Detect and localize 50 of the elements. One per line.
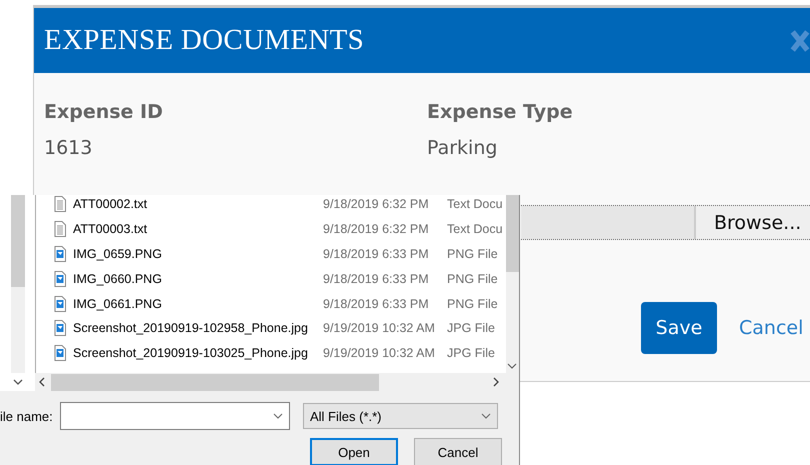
- scrollbar[interactable]: [10, 195, 24, 373]
- file-type: JPG File: [447, 346, 495, 360]
- date-modified: 9/18/2019 6:33 PM: [323, 246, 430, 261]
- date-modified: 9/19/2019 10:32 AM: [323, 346, 436, 360]
- date-modified: 9/18/2019 6:33 PM: [323, 296, 430, 311]
- chevron-right-icon[interactable]: [493, 377, 499, 387]
- file-name[interactable]: IMG_0661.PNG: [73, 296, 323, 311]
- chevron-down-icon[interactable]: [507, 363, 517, 369]
- file-name[interactable]: IMG_0660.PNG: [73, 272, 323, 286]
- dialog-title: EXPENSE DOCUMENTS: [44, 24, 364, 57]
- date-modified: 9/18/2019 6:33 PM: [323, 272, 430, 286]
- file-name-field[interactable]: [60, 402, 290, 430]
- chevron-down-icon[interactable]: [12, 379, 22, 385]
- image-file-icon: [54, 320, 66, 336]
- chevron-left-icon[interactable]: [39, 377, 45, 387]
- save-button[interactable]: Save: [641, 302, 717, 354]
- file-type: PNG File: [447, 296, 498, 311]
- field-label: Expense ID: [44, 101, 164, 123]
- date-modified: 9/18/2019 6:32 PM: [323, 197, 430, 212]
- open-button[interactable]: Open: [310, 438, 398, 465]
- cancel-button[interactable]: Cancel: [414, 438, 502, 465]
- image-file-icon: [54, 345, 66, 362]
- image-file-icon: [54, 270, 66, 287]
- date-modified: 9/19/2019 10:32 AM: [323, 321, 436, 336]
- file-name[interactable]: Screenshot_20190919-102958_Phone.jpg: [73, 321, 323, 336]
- chevron-down-icon[interactable]: [481, 413, 491, 419]
- file-input-field[interactable]: [521, 206, 696, 239]
- file-name[interactable]: ATT00002.txt: [73, 197, 323, 212]
- file-type: JPG File: [447, 321, 495, 336]
- scrollbar[interactable]: [35, 373, 519, 391]
- scrollbar[interactable]: [506, 195, 519, 373]
- file-name[interactable]: Screenshot_20190919-103025_Phone.jpg: [73, 346, 323, 360]
- file-name[interactable]: IMG_0659.PNG: [73, 246, 323, 261]
- file-type: PNG File: [447, 246, 498, 261]
- file-type-dropdown[interactable]: All Files (*.*): [303, 403, 498, 429]
- chevron-down-icon[interactable]: [273, 413, 283, 419]
- file-type: PNG File: [447, 272, 498, 286]
- image-file-icon: [54, 296, 66, 312]
- date-modified: 9/18/2019 6:32 PM: [323, 222, 430, 236]
- field-value: Parking: [427, 137, 498, 159]
- file-type: Text Docu: [447, 197, 503, 212]
- file-name-label: ile name:: [0, 408, 54, 424]
- text-file-icon: [54, 221, 66, 238]
- browse-button[interactable]: Browse...: [696, 206, 810, 239]
- field-label: Expense Type: [427, 101, 574, 123]
- field-value: 1613: [44, 137, 94, 159]
- cancel-link[interactable]: Cancel: [739, 317, 804, 339]
- image-file-icon: [54, 246, 66, 262]
- file-name[interactable]: ATT00003.txt: [73, 222, 323, 236]
- file-type: Text Docu: [447, 222, 503, 236]
